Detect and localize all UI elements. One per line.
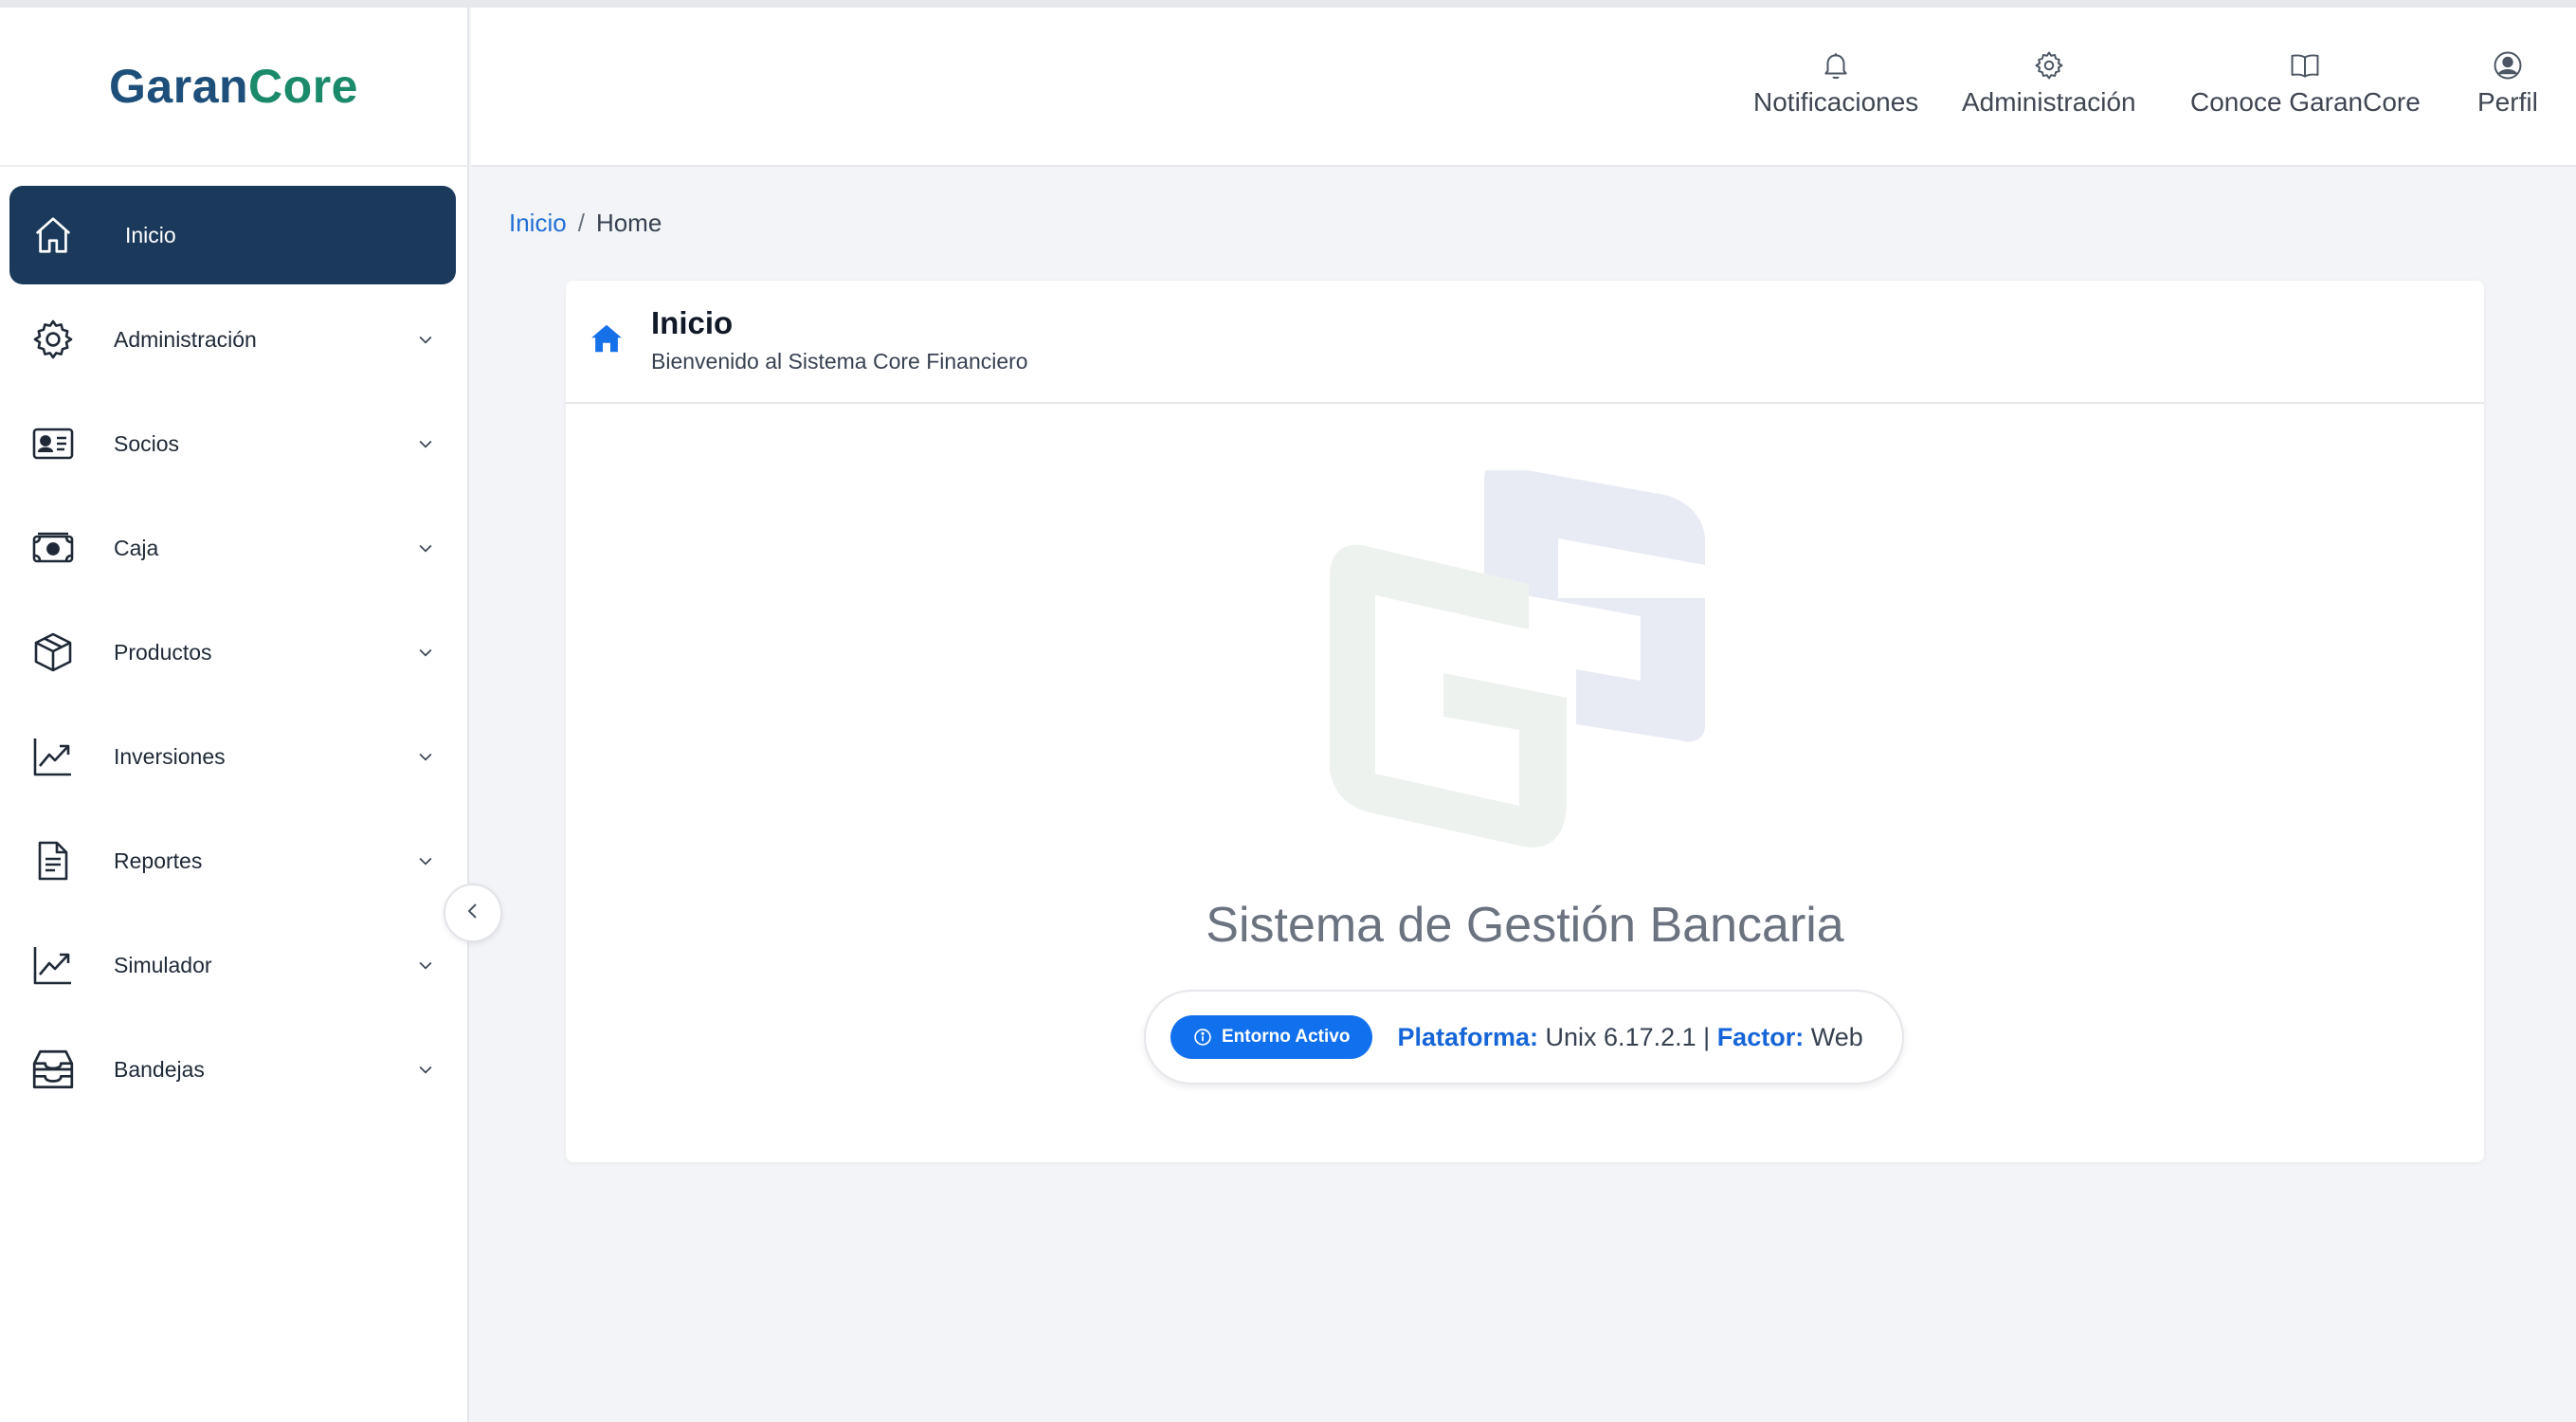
sidebar-item-inicio[interactable]: Inicio: [9, 186, 456, 284]
breadcrumb-link-inicio[interactable]: Inicio: [509, 209, 567, 237]
sidebar-item-label: Administración: [114, 326, 257, 352]
info-divider: |: [1703, 1022, 1711, 1051]
sidebar-item-label: Socios: [114, 430, 180, 456]
top-header: Notificaciones Administración Conoce Gar…: [471, 8, 2576, 167]
card-header: Inicio Bienvenido al Sistema Core Financ…: [566, 281, 2484, 404]
sidebar-item-label: Productos: [114, 639, 212, 665]
header-nav-label: Administración: [1962, 87, 2136, 117]
sidebar-item-caja[interactable]: Caja: [9, 499, 456, 597]
chevron-down-icon[interactable]: [412, 952, 439, 978]
environment-status-pill: Entorno Activo Plataforma: Unix 6.17.2.1…: [1144, 990, 1904, 1085]
user-circle-icon: [2492, 49, 2524, 82]
breadcrumb: Inicio / Home: [509, 209, 662, 238]
sidebar-item-label: Caja: [114, 535, 159, 560]
bell-icon: [1820, 49, 1852, 82]
header-nav-label: Perfil: [2477, 87, 2538, 117]
card-subtitle: Bienvenido al Sistema Core Financiero: [651, 349, 1028, 374]
header-nav-perfil[interactable]: Perfil: [2477, 49, 2538, 118]
cash-icon: [27, 521, 80, 574]
chevron-down-icon[interactable]: [412, 535, 439, 561]
breadcrumb-current: Home: [595, 209, 662, 237]
system-title: Sistema de Gestión Bancaria: [1206, 898, 1844, 953]
sidebar-item-reportes[interactable]: Reportes: [9, 811, 456, 910]
garancore-watermark-logo: [1330, 465, 1716, 849]
factor-label: Factor:: [1716, 1022, 1805, 1051]
sidebar-item-inversiones[interactable]: Inversiones: [9, 707, 456, 806]
brand-logo[interactable]: GaranCore: [0, 8, 467, 167]
sidebar-item-socios[interactable]: Socios: [9, 394, 456, 493]
chevron-down-icon[interactable]: [412, 848, 439, 874]
chevron-down-icon[interactable]: [412, 326, 439, 353]
document-icon: [27, 834, 80, 887]
chevron-down-icon[interactable]: [412, 430, 439, 457]
sidebar-item-bandejas[interactable]: Bandejas: [9, 1020, 456, 1119]
gear-icon: [2033, 49, 2065, 82]
header-nav-notificaciones[interactable]: Notificaciones: [1753, 49, 1918, 118]
factor-value: Web: [1810, 1022, 1863, 1051]
chevron-down-icon[interactable]: [412, 1056, 439, 1083]
card-title: Inicio: [651, 305, 734, 340]
home-icon: [27, 209, 80, 262]
inbox-icon: [27, 1043, 80, 1096]
sidebar-item-label: Inversiones: [114, 743, 226, 769]
header-nav-label: Conoce GaranCore: [2190, 87, 2421, 117]
breadcrumb-separator: /: [577, 209, 585, 237]
sidebar-collapse-button[interactable]: [444, 884, 502, 942]
env-active-badge: Entorno Activo: [1170, 1015, 1373, 1059]
chevron-left-icon: [462, 900, 484, 927]
platform-info: Plataforma: Unix 6.17.2.1 | Factor: Web: [1397, 1023, 1862, 1052]
home-icon: [589, 320, 625, 356]
id-card-icon: [27, 417, 80, 470]
top-border: [0, 0, 2576, 8]
chart-line-icon: [27, 730, 80, 783]
sidebar-item-label: Bandejas: [114, 1056, 205, 1082]
sidebar-item-label: Inicio: [125, 222, 176, 247]
sidebar-item-productos[interactable]: Productos: [9, 603, 456, 702]
book-icon: [2289, 49, 2321, 82]
sidebar-item-administracion[interactable]: Administración: [9, 290, 456, 389]
sidebar-menu: Inicio Administración Socios Caja Produc…: [0, 167, 467, 1119]
sidebar-item-simulador[interactable]: Simulador: [9, 916, 456, 1014]
header-nav-conoce-garancore[interactable]: Conoce GaranCore: [2190, 49, 2421, 118]
info-icon: [1193, 1028, 1212, 1047]
home-card: Inicio Bienvenido al Sistema Core Financ…: [566, 281, 2484, 1162]
chevron-down-icon[interactable]: [412, 639, 439, 665]
platform-label: Plataforma:: [1397, 1022, 1539, 1051]
box-icon: [27, 626, 80, 679]
chart-line-icon: [27, 939, 80, 992]
env-badge-label: Entorno Activo: [1222, 1027, 1351, 1047]
sidebar-item-label: Simulador: [114, 952, 212, 977]
header-nav-label: Notificaciones: [1753, 87, 1919, 117]
brand-wordmark: GaranCore: [109, 60, 358, 113]
platform-value: Unix 6.17.2.1: [1545, 1022, 1696, 1051]
gear-icon: [27, 313, 80, 366]
chevron-down-icon[interactable]: [412, 743, 439, 770]
sidebar-item-label: Reportes: [114, 848, 203, 873]
header-nav-administracion[interactable]: Administración: [1962, 49, 2136, 118]
sidebar: GaranCore Inicio Administración Socios C…: [0, 8, 469, 1422]
